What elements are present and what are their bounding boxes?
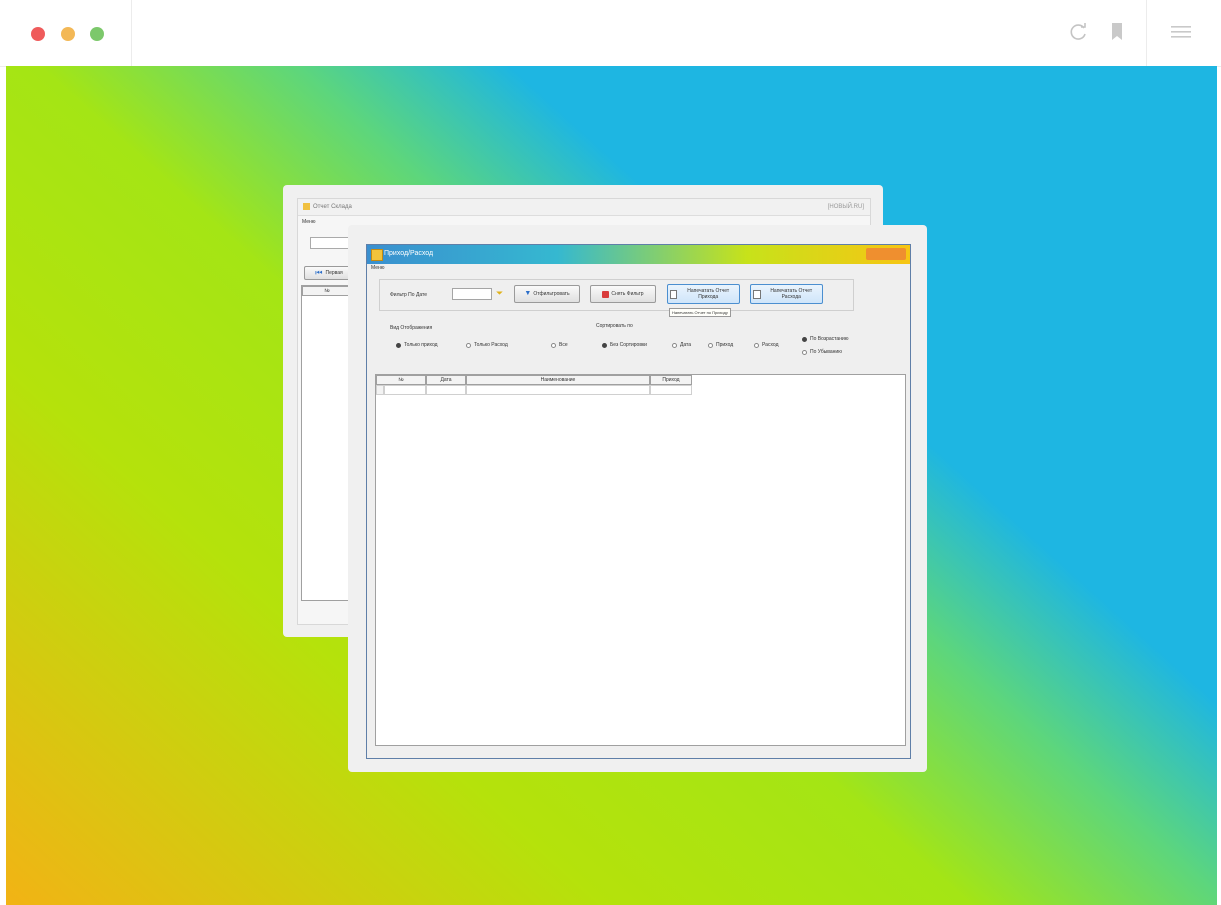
grid-cell[interactable] — [426, 385, 466, 395]
radio-circle — [802, 336, 807, 342]
radio-circle — [708, 342, 713, 348]
radio-sort-date[interactable]: Дата — [672, 342, 691, 348]
grid-header-income: Приход — [650, 375, 692, 385]
app-icon — [303, 203, 310, 210]
radio-descending[interactable]: По Убыванию — [802, 349, 842, 355]
radio-label: Все — [559, 342, 568, 348]
apply-filter-label: Отфильтровать — [533, 291, 570, 297]
browser-toolbar — [0, 0, 1221, 67]
grid-cell[interactable] — [384, 385, 426, 395]
radio-label: Приход — [716, 342, 734, 348]
radio-sort-income[interactable]: Приход — [708, 342, 733, 348]
radio-label: Расход — [762, 342, 779, 348]
filter-group: Фильтр По Дате ⏷ ▼ Отфильтровать Снять Ф… — [379, 279, 854, 311]
radio-ascending[interactable]: По Возрастанию — [802, 336, 849, 342]
clear-filter-label: Снять Фильтр — [611, 291, 644, 297]
back-window-title-right: [НОВЫЙ.RU] — [827, 204, 864, 210]
front-window-titlebar: Приход/Расход — [367, 245, 910, 264]
radio-label: По Возрастанию — [810, 336, 849, 342]
toolbar-divider — [131, 0, 132, 66]
app-icon — [371, 249, 383, 261]
date-filter-input[interactable] — [452, 288, 492, 300]
radio-label: Только приход — [404, 342, 438, 348]
radio-label: По Убыванию — [810, 349, 842, 355]
back-window-title: Отчет Склада — [313, 204, 352, 210]
radio-circle — [672, 342, 677, 348]
radio-circle — [396, 342, 401, 348]
reload-icon[interactable] — [1069, 22, 1089, 47]
date-filter-label: Фильтр По Дате — [390, 292, 428, 298]
apply-filter-button[interactable]: ▼ Отфильтровать — [514, 285, 580, 303]
grid-header-number: № — [376, 375, 426, 385]
radio-label: Только Расход — [474, 342, 508, 348]
radio-label: Без Сортировки — [610, 342, 647, 348]
first-page-icon: ⏮ — [315, 268, 323, 277]
back-window-titlebar: Отчет Склада [НОВЫЙ.RU] — [298, 199, 870, 216]
maximize-window-dot[interactable] — [90, 27, 104, 41]
radio-expense-only[interactable]: Только Расход — [466, 342, 508, 348]
front-window-title: Приход/Расход — [384, 250, 434, 257]
radio-circle — [754, 342, 759, 348]
print-income-report-label: Напечатать Отчет Прихода — [687, 288, 730, 300]
radio-no-sort[interactable]: Без Сортировки — [602, 342, 647, 348]
radio-circle — [466, 342, 471, 348]
funnel-icon[interactable]: ⏷ — [496, 288, 503, 299]
document-icon — [753, 289, 761, 299]
income-expense-window[interactable]: Приход/Расход Меню Фильтр По Дате ⏷ ▼ От… — [366, 244, 911, 759]
minimize-window-dot[interactable] — [61, 27, 75, 41]
radio-circle — [602, 342, 607, 348]
radio-sort-expense[interactable]: Расход — [754, 342, 778, 348]
first-button[interactable]: ⏮ Первая — [304, 266, 354, 280]
radio-circle — [551, 342, 556, 348]
first-button-label: Первая — [325, 270, 343, 276]
display-mode-label: Вид Отображения — [390, 325, 433, 331]
clear-filter-icon — [602, 290, 610, 298]
radio-all[interactable]: Все — [551, 342, 568, 348]
print-expense-report-button[interactable]: Напечатать Отчет Расхода — [750, 284, 823, 304]
back-menu[interactable]: Меню — [302, 219, 316, 225]
print-income-report-button[interactable]: Напечатать Отчет Прихода — [667, 284, 740, 304]
print-expense-report-label: Напечатать Отчет Расхода — [770, 288, 813, 300]
document-icon — [670, 289, 678, 299]
row-indicator[interactable] — [376, 385, 384, 395]
window-controls[interactable] — [866, 248, 906, 260]
back-grid-header: № — [302, 286, 352, 296]
grid-header-name: Наименование — [466, 375, 650, 385]
grid-header-date: Дата — [426, 375, 466, 385]
toolbar-divider — [1146, 0, 1147, 66]
radio-circle — [802, 349, 807, 355]
data-grid[interactable]: № Дата Наименование Приход — [375, 374, 906, 746]
front-menu[interactable]: Меню — [367, 265, 914, 274]
grid-cell[interactable] — [650, 385, 692, 395]
sort-label: Сортировать по — [596, 323, 633, 329]
radio-income-only[interactable]: Только приход — [396, 342, 438, 348]
radio-label: Дата — [680, 342, 692, 348]
bookmark-icon[interactable] — [1110, 22, 1124, 47]
clear-filter-button[interactable]: Снять Фильтр — [590, 285, 656, 303]
grid-cell[interactable] — [466, 385, 650, 395]
print-tooltip: Напечатать Отчет по Приходу — [669, 308, 731, 317]
menu-icon[interactable] — [1170, 22, 1192, 47]
close-window-dot[interactable] — [31, 27, 45, 41]
filter-icon: ▼ — [524, 290, 532, 297]
